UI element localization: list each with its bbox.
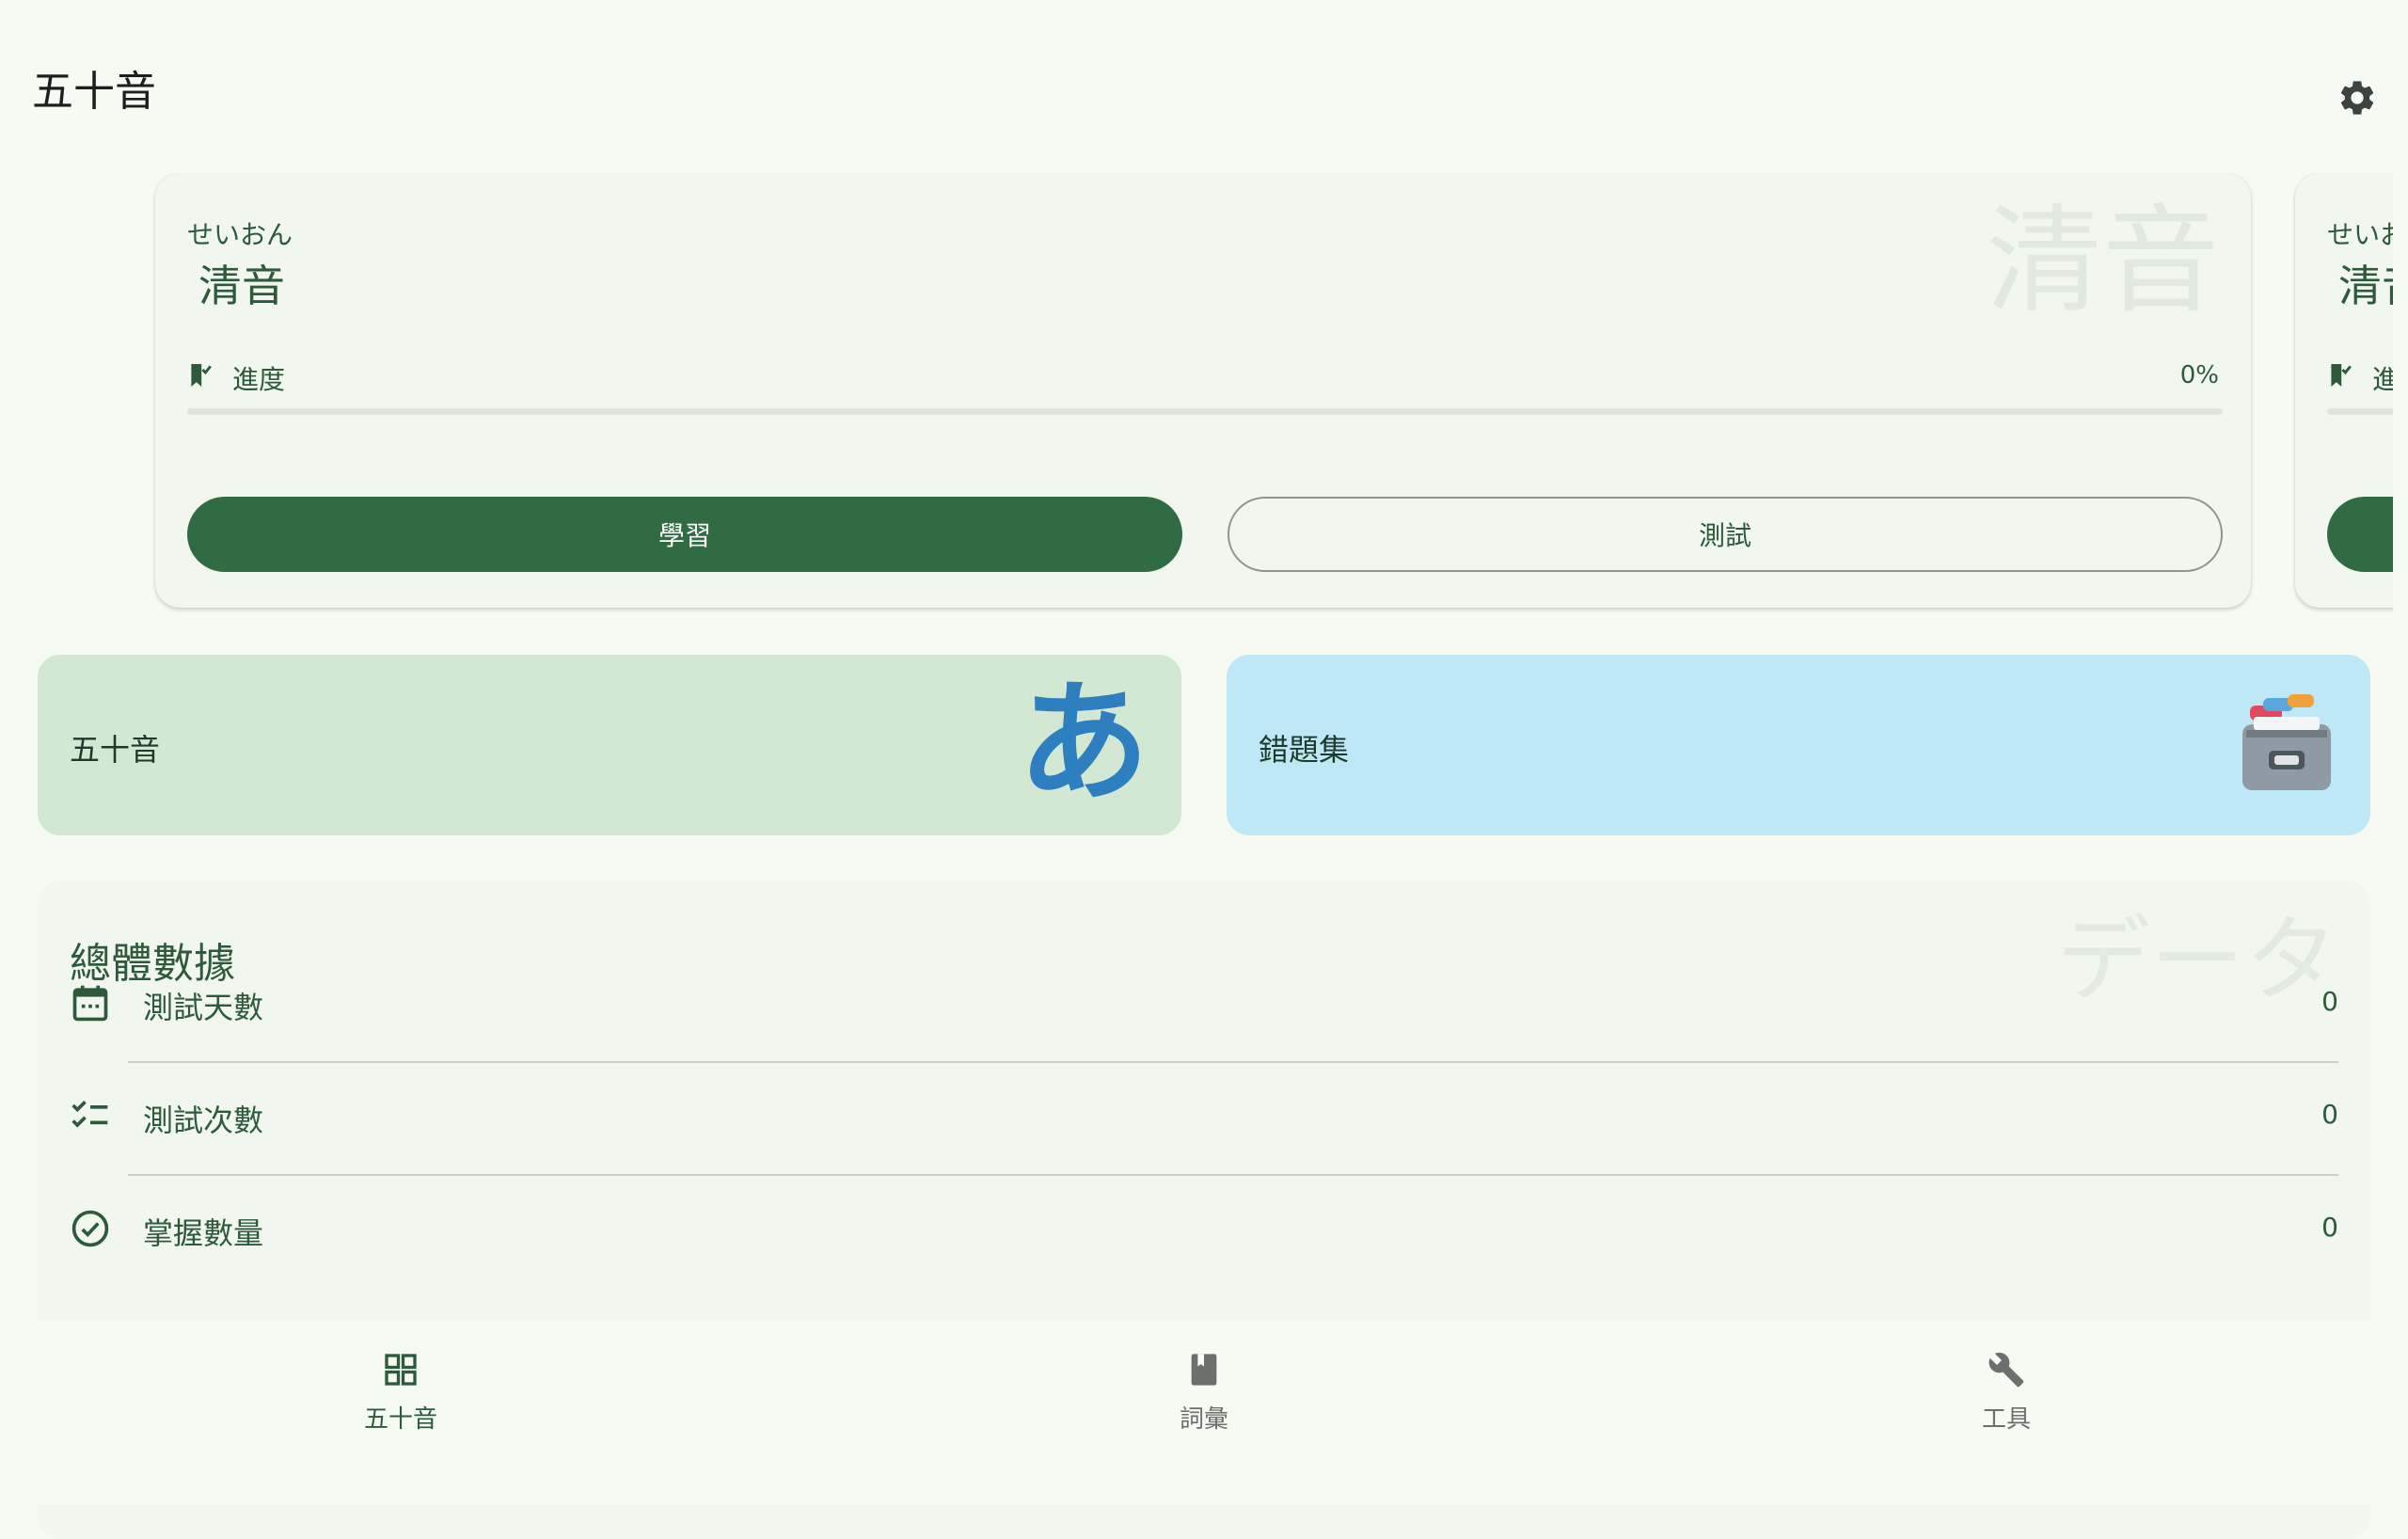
- course-card-next[interactable]: せいお 清音 進: [2295, 173, 2393, 608]
- progress-percent: 0%: [2179, 361, 2219, 389]
- stat-row-mastered: 掌握數量 0: [38, 1176, 2370, 1289]
- test-button[interactable]: 測試: [1228, 497, 2223, 572]
- stat-label: 測試次數: [143, 1103, 264, 1138]
- hiragana-a-icon: あ: [1017, 667, 1149, 820]
- wrench-icon: [1988, 1352, 2024, 1388]
- nav-item-gojuon[interactable]: 五十音: [260, 1349, 542, 1443]
- tile-label: 錯題集: [1259, 732, 1350, 768]
- progress-label: 進: [2372, 364, 2393, 395]
- progress-label: 進度: [232, 364, 286, 395]
- check-circle-icon: [71, 1210, 109, 1247]
- nav-label: 五十音: [363, 1405, 437, 1434]
- card-watermark: 清音: [1985, 194, 2219, 329]
- stat-label: 測試天數: [143, 990, 264, 1025]
- grid-icon: [385, 1354, 417, 1386]
- bottom-navigation: 五十音 詞彙 工具: [0, 1321, 2408, 1505]
- app-title: 五十音: [32, 68, 156, 116]
- card-kana: せいおん: [187, 219, 293, 250]
- checklist-icon: [71, 1101, 108, 1128]
- card-file-box-icon: [2242, 694, 2331, 790]
- nav-label: 詞彙: [1179, 1405, 1228, 1434]
- stat-value: 0: [2321, 1212, 2338, 1243]
- book-icon: [1191, 1354, 1217, 1386]
- bookmark-flag-icon: [191, 364, 212, 387]
- stat-value: 0: [2321, 1099, 2338, 1130]
- nav-label: 工具: [1981, 1405, 2031, 1434]
- stat-row-test-days: 測試天數 0: [38, 950, 2370, 1063]
- stat-label: 掌握數量: [143, 1215, 264, 1251]
- gear-icon[interactable]: [2337, 77, 2378, 119]
- progress-bar: [187, 408, 2223, 415]
- stat-value: 0: [2321, 986, 2338, 1017]
- course-card-seion: せいおん 清音 清音 進度 0% 學習 測試: [155, 173, 2251, 608]
- card-title: 清音: [2338, 261, 2393, 311]
- nav-item-tools[interactable]: 工具: [1865, 1349, 2147, 1443]
- study-button[interactable]: [2327, 497, 2393, 572]
- tile-label: 五十音: [70, 732, 161, 768]
- study-button[interactable]: 學習: [187, 497, 1182, 572]
- course-carousel[interactable]: せいおん 清音 清音 進度 0% 學習 測試 せいお 清音 進: [0, 173, 2393, 615]
- mistakes-tile[interactable]: 錯題集: [1227, 655, 2370, 835]
- progress-bar: [2327, 408, 2393, 415]
- bookmark-flag-icon: [2331, 364, 2352, 387]
- nav-item-vocabulary[interactable]: 詞彙: [1063, 1349, 1345, 1443]
- card-title: 清音: [198, 261, 285, 311]
- stat-row-test-count: 測試次數 0: [38, 1063, 2370, 1176]
- calendar-icon: [72, 985, 108, 1022]
- card-kana: せいお: [2327, 219, 2393, 250]
- gojuon-tile[interactable]: 五十音 あ: [38, 655, 1181, 835]
